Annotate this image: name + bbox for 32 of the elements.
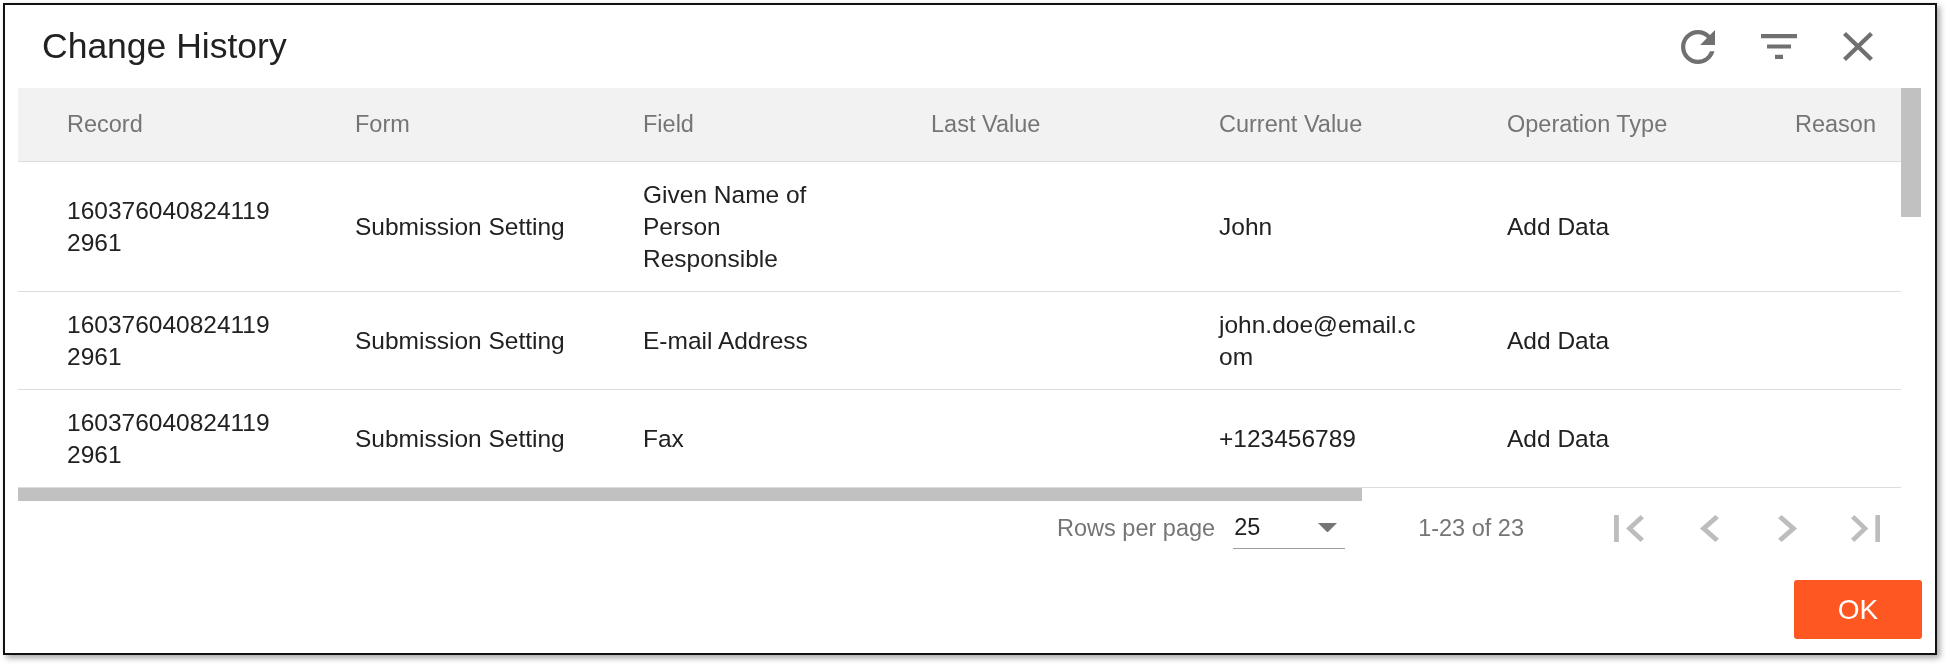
dialog-title: Change History <box>42 26 287 67</box>
column-header: Field <box>643 111 694 137</box>
column-header: Reason <box>1795 111 1876 137</box>
table-cell-text: 1603760408241192961 <box>67 195 271 258</box>
rows-per-page-label: Rows per page <box>1057 514 1216 542</box>
table-cell-text: Add Data <box>1507 423 1610 454</box>
refresh-icon[interactable] <box>1681 29 1715 64</box>
scrollbar-thumb[interactable] <box>18 488 1362 501</box>
column-header: Last Value <box>931 111 1041 137</box>
table-cell-text: Submission Setting <box>355 211 565 242</box>
page-range-label: 1-23 of 23 <box>1418 514 1524 542</box>
table-cell-text: Fax <box>643 423 684 454</box>
table-cell-text: john.doe@email.com <box>1219 309 1417 372</box>
table-cell-text: Given Name of Person Responsible <box>643 179 808 274</box>
table-cell-text: Add Data <box>1507 325 1610 356</box>
table-cell-text: +123456789 <box>1219 423 1356 454</box>
caret-icon <box>1318 522 1338 533</box>
table-cell-text: John <box>1219 211 1273 242</box>
column-header: Form <box>355 111 410 137</box>
rows-per-page-select[interactable]: 25 <box>1233 507 1346 549</box>
table-cell-text: Submission Setting <box>355 423 565 454</box>
column-header: Record <box>67 111 143 137</box>
column-header: Operation Type <box>1507 111 1668 137</box>
table-cell-text: 1603760408241192961 <box>67 407 271 470</box>
table-cell-text: 1603760408241192961 <box>67 309 271 372</box>
table-cell-text: E-mail Address <box>643 325 808 356</box>
column-header: Current Value <box>1219 111 1363 137</box>
table-cell-text: Submission Setting <box>355 325 565 356</box>
filter-icon[interactable] <box>1761 34 1797 59</box>
scrollbar-thumb[interactable] <box>1901 88 1921 217</box>
table-cell-text: Add Data <box>1507 211 1610 242</box>
close-icon[interactable] <box>1843 32 1873 61</box>
